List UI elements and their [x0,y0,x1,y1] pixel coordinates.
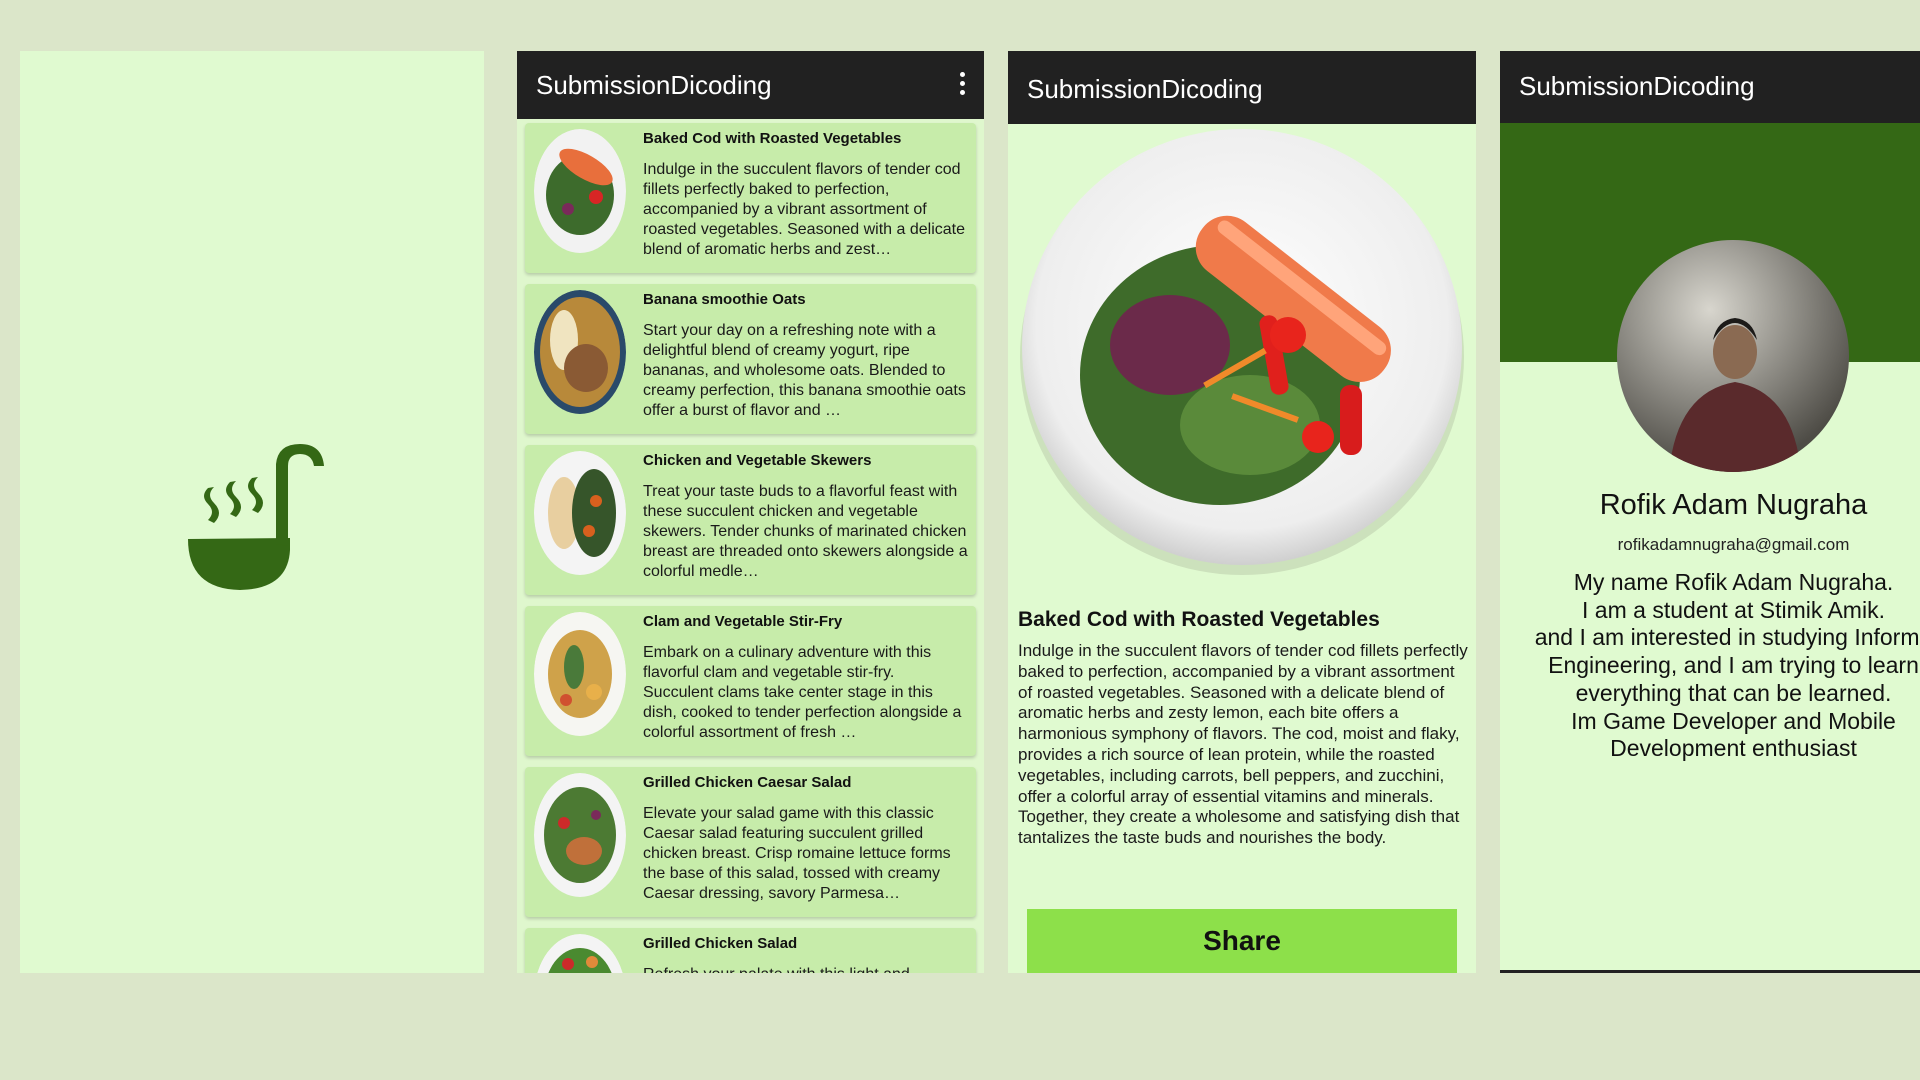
food-thumbnail [534,773,626,897]
app-bar: SubmissionDicoding [1008,51,1476,124]
food-thumbnail [537,934,623,973]
item-title: Baked Cod with Roasted Vegetables [643,130,902,147]
item-title: Grilled Chicken Salad [643,935,798,952]
list-item[interactable]: Banana smoothie Oats Start your day on a… [525,284,976,434]
share-button[interactable]: Share [1027,909,1457,973]
profile-screen: SubmissionDicoding Rofik Adam Nugraha ro… [1500,51,1920,973]
more-vert-icon[interactable] [960,72,966,96]
item-title: Grilled Chicken Caesar Salad [643,774,852,791]
profile-email: rofikadamnugraha@gmail.com [1617,535,1850,554]
app-bar: SubmissionDicoding [517,51,984,119]
list-item[interactable]: Clam and Vegetable Stir-Fry Embark on a … [525,606,976,756]
profile-name: Rofik Adam Nugraha [1599,489,1868,521]
food-thumbnail [534,290,626,414]
app-title: SubmissionDicoding [536,70,772,100]
food-thumbnail [534,451,626,575]
item-title: Chicken and Vegetable Skewers [643,452,872,469]
ladle-steam-icon [188,444,324,590]
list-item[interactable]: Grilled Chicken Salad Refresh your palat… [525,928,976,973]
app-title: SubmissionDicoding [1519,71,1755,101]
recipe-list-screen: SubmissionDicoding Baked Cod with Roaste… [517,51,984,973]
food-thumbnail [534,129,626,253]
recipe-description: Indulge in the succulent flavors of tend… [1018,641,1468,848]
recipe-detail-screen: SubmissionDicoding Baked Cod with Roaste… [1008,51,1476,973]
list-item[interactable]: Grilled Chicken Caesar Salad Elevate you… [525,767,976,917]
item-description: Refresh your palate with this light and [643,965,969,973]
item-description: Start your day on a refreshing note with… [643,322,966,419]
item-title: Clam and Vegetable Stir-Fry [643,613,843,630]
app-title: SubmissionDicoding [1027,74,1263,104]
item-description: Indulge in the succulent flavors of tend… [643,161,965,258]
item-description: Embark on a culinary adventure with this… [643,644,962,741]
app-bar: SubmissionDicoding [1500,51,1920,123]
recipe-title: Baked Cod with Roasted Vegetables [1018,608,1380,631]
food-thumbnail [534,612,626,736]
splash-screen [20,51,484,973]
profile-avatar [1617,240,1849,472]
profile-bio: My name Rofik Adam Nugraha. I am a stude… [1534,569,1920,762]
divider [1500,970,1920,973]
item-description: Treat your taste buds to a flavorful fea… [643,483,968,580]
recipe-image [1020,129,1464,575]
list-item[interactable]: Baked Cod with Roasted Vegetables Indulg… [525,123,976,273]
list-item[interactable]: Chicken and Vegetable Skewers Treat your… [525,445,976,595]
item-description: Elevate your salad game with this classi… [643,805,951,902]
item-title: Banana smoothie Oats [643,291,806,308]
